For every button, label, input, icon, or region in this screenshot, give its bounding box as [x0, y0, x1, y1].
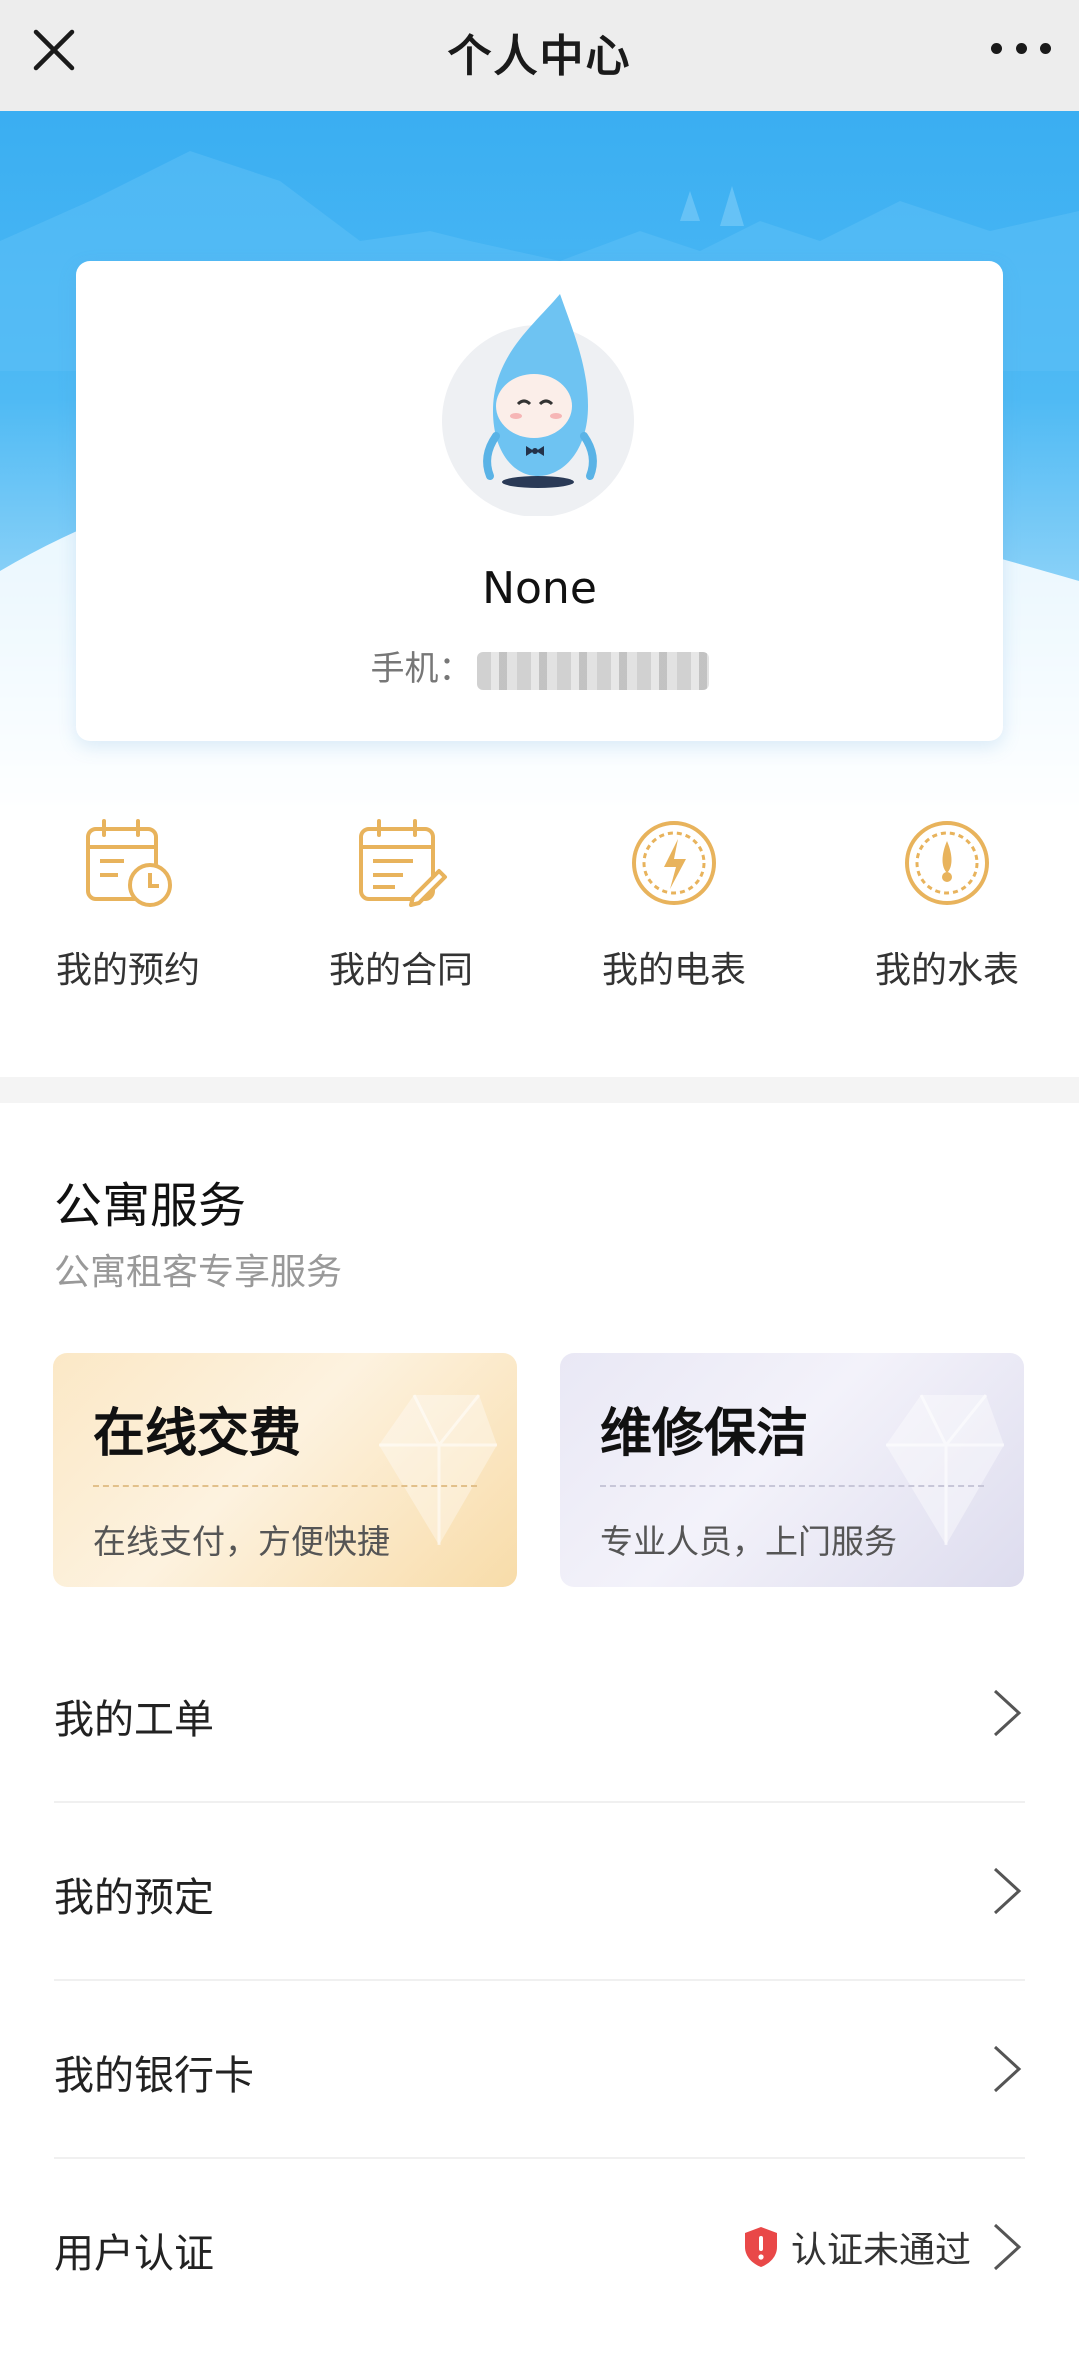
more-icon[interactable] [991, 30, 1051, 66]
page-title: 个人中心 [447, 31, 632, 82]
card-title: 在线交费 [93, 1404, 302, 1464]
phone-row: 手机： [76, 641, 1003, 690]
quick-item-water-meter[interactable]: 我的水表 [847, 815, 1047, 993]
online-payment-card[interactable]: 在线交费 在线支付，方便快捷 [53, 1353, 517, 1587]
phone-label: 手机： [370, 649, 473, 689]
warning-shield-icon [744, 2227, 777, 2267]
chevron-right-icon [993, 1867, 1022, 1915]
chevron-right-icon [993, 1689, 1022, 1737]
list-item-reservations[interactable]: 我的预定 [54, 1803, 1025, 1981]
list-item-label: 用户认证 [54, 2231, 214, 2277]
profile-card: None 手机： [76, 261, 1003, 741]
chevron-right-icon [993, 2045, 1022, 2093]
list-item-bank-cards[interactable]: 我的银行卡 [54, 1981, 1025, 2159]
quick-item-contract[interactable]: 我的合同 [301, 815, 501, 993]
list-item-user-verification[interactable]: 用户认证 认证未通过 [54, 2159, 1025, 2337]
dashed-divider [93, 1485, 477, 1487]
chevron-right-icon [993, 2223, 1022, 2271]
dashed-divider [600, 1485, 984, 1487]
card-description: 专业人员，上门服务 [600, 1522, 897, 1561]
card-description: 在线支付，方便快捷 [93, 1522, 390, 1561]
section-title: 公寓服务 [54, 1178, 247, 1234]
phone-number-blurred [476, 651, 709, 690]
quick-actions: 我的预约 我的合同 我的电表 我的水表 [0, 815, 1079, 1015]
avatar[interactable] [438, 286, 638, 517]
quick-label: 我的水表 [874, 950, 1019, 991]
calendar-clock-icon [86, 819, 172, 907]
list-item-label: 我的预定 [54, 1875, 214, 1921]
section-divider [0, 1077, 1079, 1103]
status-text: 认证未通过 [790, 2230, 971, 2271]
electric-meter-icon [632, 821, 716, 905]
quick-item-appointment[interactable]: 我的预约 [28, 815, 228, 993]
card-title: 维修保洁 [600, 1404, 809, 1464]
repair-cleaning-card[interactable]: 维修保洁 专业人员，上门服务 [560, 1353, 1024, 1587]
water-meter-icon [905, 821, 989, 905]
user-name: None [482, 563, 597, 614]
quick-label: 我的合同 [328, 950, 473, 991]
calendar-edit-icon [359, 819, 447, 907]
quick-label: 我的电表 [601, 950, 746, 991]
nav-bar: 个人中心 [0, 0, 1079, 111]
section-subtitle: 公寓租客专享服务 [54, 1252, 343, 1293]
list-item-label: 我的银行卡 [54, 2053, 254, 2099]
list-item-label: 我的工单 [54, 1697, 214, 1743]
quick-item-electric-meter[interactable]: 我的电表 [574, 815, 774, 993]
list-item-work-orders[interactable]: 我的工单 [54, 1625, 1025, 1803]
verification-status: 认证未通过 [741, 2221, 971, 2273]
quick-label: 我的预约 [55, 950, 200, 991]
